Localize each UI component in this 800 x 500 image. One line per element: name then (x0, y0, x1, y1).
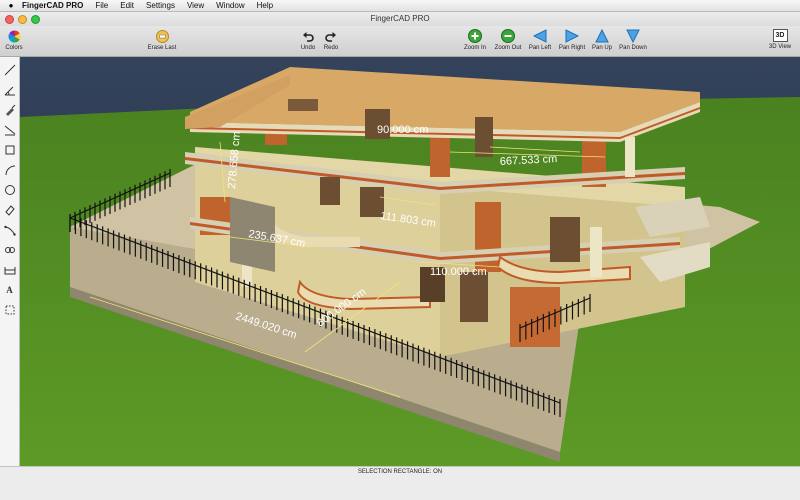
arrow-down-icon (626, 29, 640, 43)
menu-window[interactable]: Window (216, 1, 244, 10)
brush-icon (5, 104, 15, 116)
color-wheel-icon (7, 29, 21, 43)
selection-tool[interactable] (2, 301, 17, 318)
dimension-label: 90.000 cm (377, 124, 428, 136)
toolbar: Colors Erase Last Undo Redo Zoom In Zoom… (0, 26, 800, 57)
window-title: FingerCAD PRO (370, 14, 430, 23)
3d-icon-text: 3D (775, 32, 785, 39)
window (288, 99, 318, 111)
menu-view[interactable]: View (187, 1, 204, 10)
brush-tool[interactable] (2, 101, 17, 118)
rectangle-tool[interactable] (2, 141, 17, 158)
menu-bar: ● FingerCAD PRO File Edit Settings View … (0, 0, 800, 12)
erase-last-button[interactable]: Erase Last (142, 29, 182, 51)
erase-last-label: Erase Last (147, 45, 177, 51)
pan-down-button[interactable]: Pan Down (613, 29, 653, 51)
3d-cube-icon: 3D (772, 29, 788, 42)
arrow-up-icon (595, 29, 609, 43)
circle-icon (4, 184, 15, 195)
menu-edit[interactable]: Edit (120, 1, 134, 10)
circle-tool[interactable] (2, 181, 17, 198)
arrow-left-icon (533, 29, 547, 43)
3d-viewport[interactable]: 90.000 cm 667.533 cm 278.658 cm 111.803 … (20, 57, 800, 466)
dimension-tool[interactable] (2, 121, 17, 138)
tool-palette: A (0, 57, 20, 466)
line-tool[interactable] (2, 61, 17, 78)
arrow-right-icon (565, 29, 579, 43)
plus-circle-icon (468, 29, 482, 43)
eraser-tool-icon (4, 204, 15, 216)
measure-tool[interactable] (2, 261, 17, 278)
window-titlebar: FingerCAD PRO (0, 12, 800, 26)
pan-down-label: Pan Down (619, 45, 647, 51)
menu-help[interactable]: Help (257, 1, 273, 10)
minus-circle-icon (501, 29, 515, 43)
angle-icon (4, 86, 15, 95)
apple-menu-icon[interactable]: ● (0, 1, 22, 10)
redo-label: Redo (323, 45, 339, 51)
rectangle-icon (5, 145, 14, 154)
angle-tool[interactable] (2, 81, 17, 98)
menu-file[interactable]: File (95, 1, 108, 10)
text-tool-icon: A (6, 284, 13, 295)
bottom-area (0, 477, 800, 500)
colors-button[interactable]: Colors (0, 29, 34, 51)
menu-settings[interactable]: Settings (146, 1, 175, 10)
pan-up-label: Pan Up (591, 45, 612, 51)
redo-button[interactable]: Redo (311, 29, 351, 51)
text-tool[interactable]: A (2, 281, 17, 298)
house-3d-render: 90.000 cm 667.533 cm 278.658 cm 111.803 … (20, 57, 800, 466)
3d-view-button[interactable]: 3D 3D View (760, 29, 800, 50)
eraser-icon (155, 29, 169, 43)
dimension-icon (4, 125, 15, 135)
curve-tool[interactable] (2, 221, 17, 238)
colors-label: Colors (5, 45, 23, 51)
menu-app-name[interactable]: FingerCAD PRO (22, 1, 83, 10)
eraser-tool[interactable] (2, 201, 17, 218)
link-icon (4, 246, 15, 253)
line-icon (4, 64, 15, 75)
pan-left-label: Pan Left (528, 45, 552, 51)
arc-icon (5, 165, 15, 175)
curve-icon (3, 225, 16, 236)
zoom-out-label: Zoom Out (494, 45, 522, 51)
redo-icon (324, 29, 338, 43)
measure-icon (4, 266, 15, 274)
selection-rectangle-icon (5, 305, 14, 314)
status-bar: SELECTION RECTANGLE: ON (0, 466, 800, 477)
zoom-in-label: Zoom In (463, 45, 486, 51)
3d-view-label: 3D View (768, 44, 792, 50)
arc-tool[interactable] (2, 161, 17, 178)
link-tool[interactable] (2, 241, 17, 258)
dimension-label: 110.000 cm (430, 266, 487, 278)
